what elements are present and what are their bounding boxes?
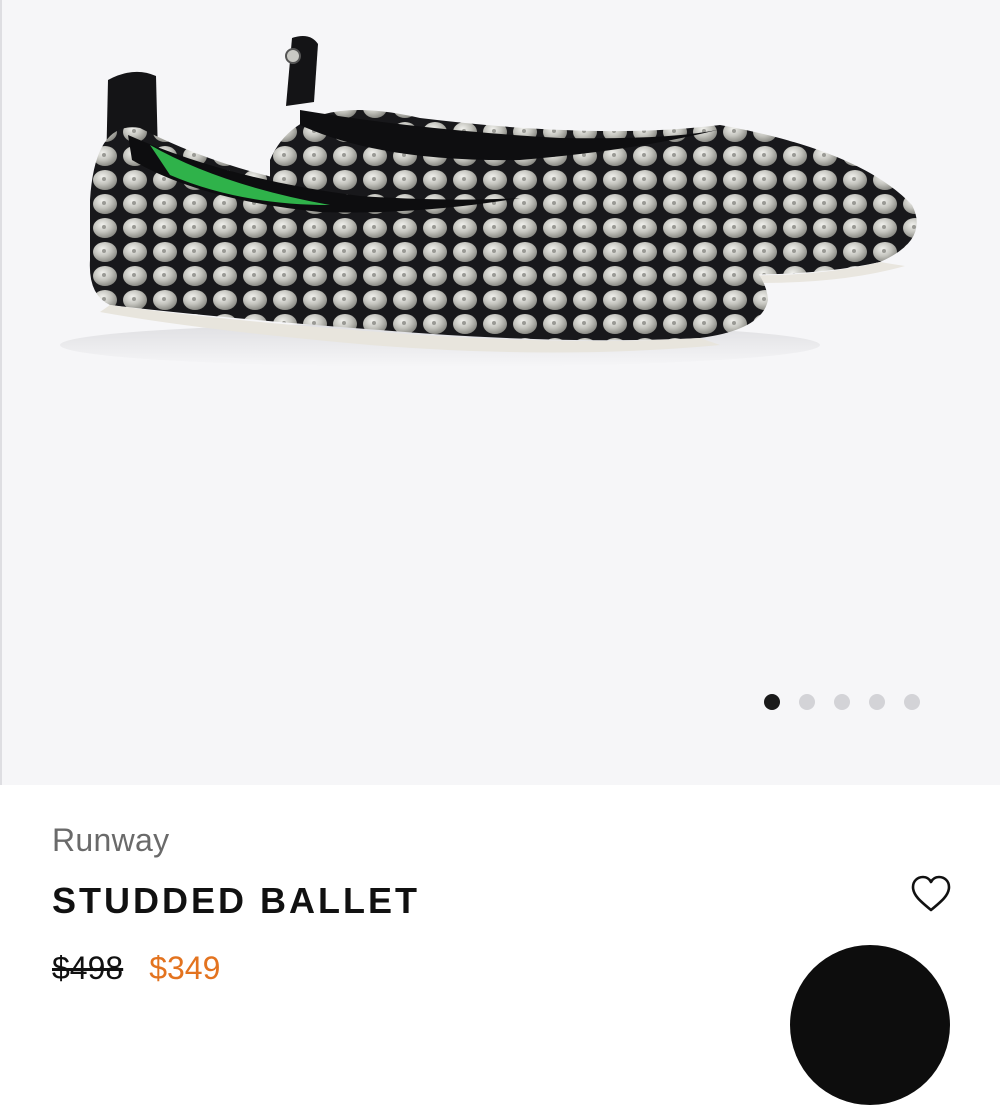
price-row: $498 $349 bbox=[52, 950, 220, 987]
product-image-gallery[interactable] bbox=[0, 0, 1000, 785]
price-original: $498 bbox=[52, 950, 124, 986]
carousel-dot-2[interactable] bbox=[799, 694, 815, 710]
heart-outline-icon[interactable] bbox=[910, 874, 952, 914]
carousel-dot-4[interactable] bbox=[869, 694, 885, 710]
carousel-dot-5[interactable] bbox=[904, 694, 920, 710]
carousel-dot-3[interactable] bbox=[834, 694, 850, 710]
floating-action-button[interactable] bbox=[790, 945, 950, 1105]
carousel-dots bbox=[764, 694, 920, 710]
carousel-dot-1[interactable] bbox=[764, 694, 780, 710]
product-image[interactable] bbox=[0, 0, 1000, 785]
price-sale: $349 bbox=[149, 950, 221, 986]
product-title: STUDDED BALLET bbox=[52, 880, 420, 921]
product-brand: Runway bbox=[52, 822, 170, 858]
